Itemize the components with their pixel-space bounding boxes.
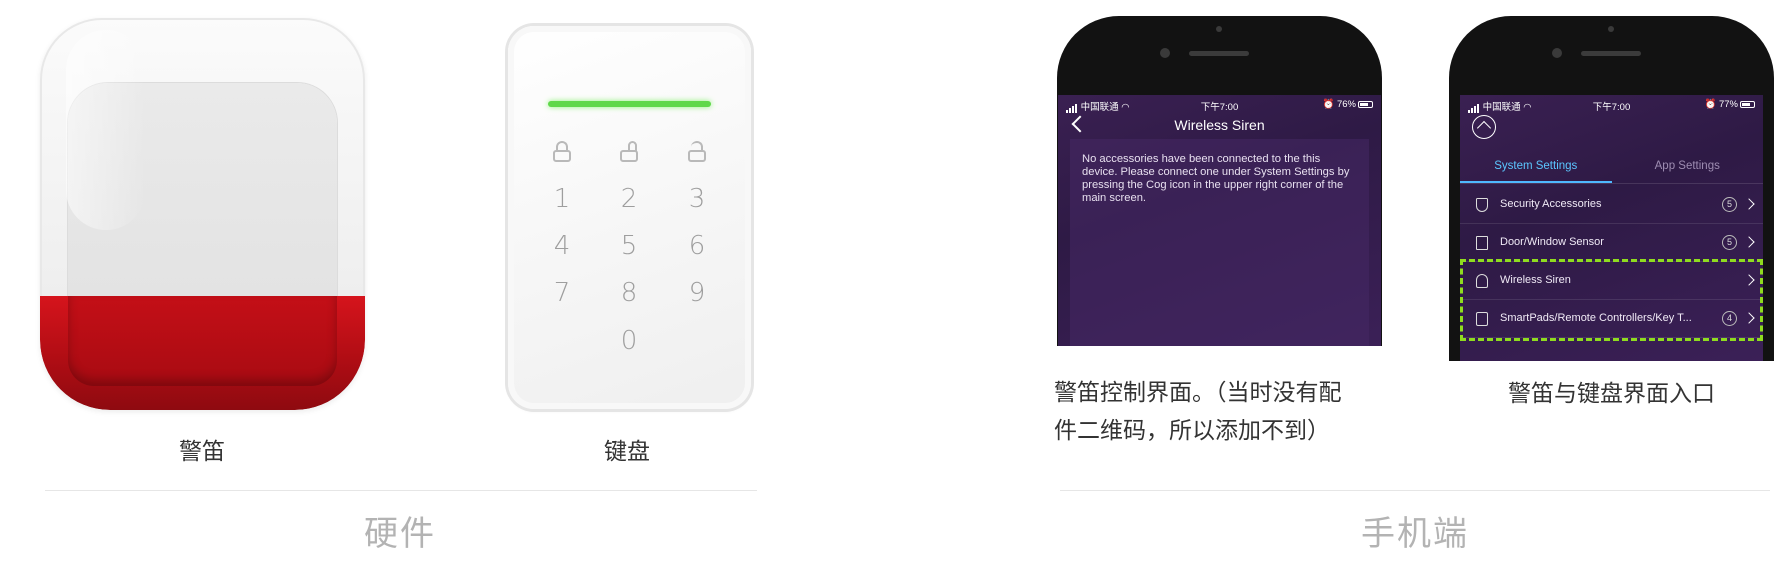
shield-icon	[1476, 198, 1488, 212]
keypad-key: 7	[553, 278, 571, 308]
alarm-icon: ⏰	[1322, 99, 1335, 110]
siren-caption: 警笛	[179, 439, 225, 465]
phone-speaker	[1189, 51, 1249, 56]
phone1-caption-line2: 件二维码，所以添加不到）	[1054, 418, 1330, 444]
settings-row-door-window-sensor[interactable]: Door/Window Sensor 5	[1460, 224, 1763, 262]
keypad-key: 1	[553, 184, 571, 214]
keypad-image: 1 2 3 4 5 6 7 8 9 0	[508, 26, 751, 409]
lock-icon	[553, 141, 571, 162]
phone-sensor	[1608, 26, 1614, 32]
keypad-key: 9	[688, 278, 706, 308]
keypad-key: 8	[620, 278, 638, 308]
keypad-key: 3	[688, 184, 706, 214]
screen-title: Wireless Siren	[1174, 117, 1265, 133]
keypad-key: 0	[620, 326, 638, 356]
wireless-siren-screen: 中国联通 ◠ 下午7:00 ⏰ 76% Wireless Siren No ac…	[1058, 95, 1381, 346]
hardware-divider	[45, 490, 757, 491]
count-badge: 5	[1722, 235, 1737, 250]
home-icon[interactable]	[1472, 115, 1496, 139]
battery-icon	[1358, 100, 1373, 108]
door-icon	[1476, 236, 1488, 250]
tabs-divider	[1460, 183, 1763, 184]
partial-lock-icon	[620, 141, 638, 162]
keypad-led	[548, 101, 711, 107]
phone-2: 中国联通 ◠ 下午7:00 ⏰ 77% System Settings App …	[1449, 16, 1774, 361]
message-text: No accessories have been connected to th…	[1082, 153, 1350, 204]
settings-row-security-accessories[interactable]: Security Accessories 5	[1460, 186, 1763, 224]
status-bar: 中国联通 ◠ 下午7:00 ⏰ 76%	[1058, 95, 1381, 113]
keypad-caption: 键盘	[604, 439, 650, 465]
phone-sensor	[1216, 26, 1222, 32]
phone1-caption: 警笛控制界面。（当时没有配 件二维码，所以添加不到）	[1054, 374, 1384, 450]
status-bar: 中国联通 ◠ 下午7:00 ⏰ 77%	[1460, 95, 1763, 113]
row-label: Door/Window Sensor	[1500, 236, 1604, 248]
chevron-right-icon	[1743, 198, 1755, 210]
phone2-caption: 警笛与键盘界面入口	[1508, 381, 1715, 407]
count-badge: 5	[1722, 197, 1737, 212]
keypad-key: 4	[553, 231, 571, 261]
phone1-caption-line1: 警笛控制界面。（当时没有配	[1054, 380, 1342, 406]
tab-system-settings[interactable]: System Settings	[1460, 151, 1612, 183]
alarm-icon: ⏰	[1704, 99, 1717, 110]
keypad-key: 6	[688, 231, 706, 261]
siren-glare	[66, 30, 146, 230]
keypad-key: 5	[620, 231, 638, 261]
system-settings-screen: 中国联通 ◠ 下午7:00 ⏰ 77% System Settings App …	[1460, 95, 1763, 361]
mobile-section-title: 手机端	[1361, 514, 1469, 554]
battery-percent: 77%	[1718, 99, 1738, 110]
phone-speaker	[1581, 51, 1641, 56]
battery-percent: 76%	[1336, 99, 1356, 110]
tab-app-settings[interactable]: App Settings	[1612, 151, 1764, 181]
phone-camera	[1160, 48, 1170, 58]
keypad-key: 2	[620, 184, 638, 214]
empty-accessories-message: No accessories have been connected to th…	[1070, 139, 1369, 346]
siren-red-lens	[40, 296, 365, 410]
siren-shell	[40, 18, 365, 410]
hardware-section-title: 硬件	[364, 514, 436, 554]
unlock-icon	[688, 141, 706, 162]
siren-red-inner	[68, 296, 337, 386]
mobile-divider	[1060, 490, 1770, 491]
phone-1: 中国联通 ◠ 下午7:00 ⏰ 76% Wireless Siren No ac…	[1057, 16, 1382, 346]
row-label: Security Accessories	[1500, 198, 1602, 210]
siren-image	[40, 18, 365, 410]
chevron-right-icon	[1743, 236, 1755, 248]
battery-icon	[1740, 100, 1755, 108]
phone-camera	[1552, 48, 1562, 58]
settings-tabs: System Settings App Settings	[1460, 151, 1763, 183]
entry-highlight-box	[1460, 259, 1763, 341]
